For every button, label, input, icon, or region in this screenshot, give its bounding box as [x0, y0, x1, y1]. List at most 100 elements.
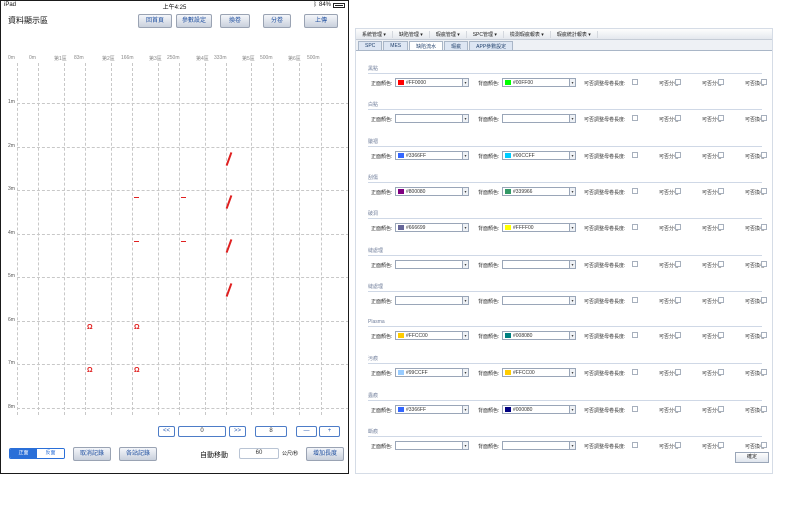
- speed-input[interactable]: 60: [239, 448, 279, 459]
- menu-flaw[interactable]: 瑕疵管理 ▾: [430, 30, 467, 38]
- can-split-checkbox[interactable]: [675, 332, 681, 339]
- back-color-select[interactable]: ▾: [502, 295, 576, 305]
- zoom-out-button[interactable]: —: [296, 426, 317, 437]
- adjust-length-checkbox[interactable]: [632, 405, 638, 412]
- can-divide-checkbox[interactable]: [718, 187, 724, 194]
- front-color-select[interactable]: ▾: [395, 441, 469, 450]
- chevron-down-icon[interactable]: ▾: [462, 79, 468, 86]
- back-color-select[interactable]: #00CCFF ▾: [502, 150, 576, 160]
- chevron-down-icon[interactable]: ▾: [569, 187, 575, 195]
- back-color-select[interactable]: ▾: [502, 441, 576, 450]
- defect-mark-scratch[interactable]: [134, 241, 139, 242]
- front-color-select[interactable]: #99CCFF ▾: [395, 368, 469, 378]
- can-divide-checkbox[interactable]: [718, 151, 724, 158]
- can-change-checkbox[interactable]: [761, 405, 767, 412]
- back-color-select[interactable]: ▾: [502, 114, 576, 124]
- cancel-record-button[interactable]: 取消記錄: [73, 447, 111, 461]
- defect-mark-hole[interactable]: Ω: [134, 367, 140, 374]
- chevron-down-icon[interactable]: ▾: [569, 442, 575, 449]
- can-split-checkbox[interactable]: [675, 151, 681, 158]
- add-length-button[interactable]: 增加長度: [306, 447, 344, 461]
- can-change-checkbox[interactable]: [761, 151, 767, 158]
- prev-page-button[interactable]: <<: [158, 426, 175, 437]
- zoom-in-button[interactable]: +: [319, 426, 340, 437]
- menu-statistics-report[interactable]: 瑕疵統計報表 ▾: [551, 30, 598, 38]
- front-color-select[interactable]: ▾: [395, 259, 469, 269]
- back-color-select[interactable]: #FFCC00 ▾: [502, 368, 576, 378]
- front-color-select[interactable]: #3366FF ▾: [395, 404, 469, 414]
- can-split-checkbox[interactable]: [675, 296, 681, 303]
- adjust-length-checkbox[interactable]: [632, 296, 638, 303]
- back-color-select[interactable]: #339966 ▾: [502, 186, 576, 196]
- menu-defect[interactable]: 缺陷管理 ▾: [393, 30, 430, 38]
- next-page-button[interactable]: >>: [229, 426, 246, 437]
- can-split-checkbox[interactable]: [675, 442, 681, 448]
- face-selector[interactable]: 正面 反面: [9, 448, 65, 459]
- front-color-select[interactable]: ▾: [395, 114, 469, 124]
- back-color-select[interactable]: ▾: [502, 259, 576, 269]
- front-color-select[interactable]: #3366FF ▾: [395, 150, 469, 160]
- can-change-checkbox[interactable]: [761, 369, 767, 376]
- chevron-down-icon[interactable]: ▾: [462, 187, 468, 195]
- back-color-select[interactable]: #000080 ▾: [502, 404, 576, 414]
- back-color-select[interactable]: #00FF00 ▾: [502, 78, 576, 87]
- adjust-length-checkbox[interactable]: [632, 224, 638, 231]
- chevron-down-icon[interactable]: ▾: [569, 224, 575, 232]
- adjust-length-checkbox[interactable]: [632, 260, 638, 267]
- back-color-select[interactable]: #FFFF00 ▾: [502, 223, 576, 233]
- can-split-checkbox[interactable]: [675, 369, 681, 376]
- home-button[interactable]: 回首頁: [138, 14, 172, 28]
- chevron-down-icon[interactable]: ▾: [569, 405, 575, 413]
- can-split-checkbox[interactable]: [675, 79, 681, 85]
- station-record-button[interactable]: 各站記錄: [119, 447, 157, 461]
- can-divide-checkbox[interactable]: [718, 260, 724, 267]
- can-split-checkbox[interactable]: [675, 405, 681, 412]
- can-split-checkbox[interactable]: [675, 187, 681, 194]
- front-color-select[interactable]: #FFCC00 ▾: [395, 331, 469, 341]
- can-divide-checkbox[interactable]: [718, 332, 724, 339]
- can-split-checkbox[interactable]: [675, 115, 681, 122]
- defect-mark-hole[interactable]: Ω: [134, 324, 140, 331]
- tab-spc[interactable]: SPC: [358, 41, 383, 50]
- front-color-select[interactable]: #666699 ▾: [395, 223, 469, 233]
- can-change-checkbox[interactable]: [761, 296, 767, 303]
- can-change-checkbox[interactable]: [761, 332, 767, 339]
- can-divide-checkbox[interactable]: [718, 405, 724, 412]
- menu-spc[interactable]: SPC管理 ▾: [467, 30, 504, 38]
- can-change-checkbox[interactable]: [761, 79, 767, 85]
- can-change-checkbox[interactable]: [761, 260, 767, 267]
- can-change-checkbox[interactable]: [761, 224, 767, 231]
- face-back-option[interactable]: 反面: [37, 449, 64, 458]
- chevron-down-icon[interactable]: ▾: [569, 260, 575, 268]
- chevron-down-icon[interactable]: ▾: [462, 224, 468, 232]
- chevron-down-icon[interactable]: ▾: [569, 332, 575, 340]
- can-divide-checkbox[interactable]: [718, 224, 724, 231]
- chevron-down-icon[interactable]: ▾: [462, 442, 468, 449]
- adjust-length-checkbox[interactable]: [632, 187, 638, 194]
- chevron-down-icon[interactable]: ▾: [569, 296, 575, 304]
- back-color-select[interactable]: #008080 ▾: [502, 331, 576, 341]
- tab-mes[interactable]: MES: [383, 41, 409, 50]
- chevron-down-icon[interactable]: ▾: [462, 260, 468, 268]
- adjust-length-checkbox[interactable]: [632, 442, 638, 448]
- front-color-select[interactable]: #FF0000 ▾: [395, 78, 469, 87]
- front-color-select[interactable]: #800080 ▾: [395, 186, 469, 196]
- upload-button[interactable]: 上傳: [304, 14, 338, 28]
- chevron-down-icon[interactable]: ▾: [462, 332, 468, 340]
- confirm-button[interactable]: 確定: [735, 452, 769, 463]
- can-divide-checkbox[interactable]: [718, 115, 724, 122]
- chevron-down-icon[interactable]: ▾: [569, 151, 575, 159]
- defect-mark-scratch[interactable]: [134, 197, 139, 198]
- adjust-length-checkbox[interactable]: [632, 151, 638, 158]
- chevron-down-icon[interactable]: ▾: [462, 369, 468, 377]
- tab-defect-flow[interactable]: 缺陷流水: [409, 41, 444, 50]
- adjust-length-checkbox[interactable]: [632, 115, 638, 122]
- can-split-checkbox[interactable]: [675, 260, 681, 267]
- can-divide-checkbox[interactable]: [718, 369, 724, 376]
- face-front-option[interactable]: 正面: [10, 449, 37, 458]
- defect-mark-scratch[interactable]: [181, 197, 186, 198]
- page-input[interactable]: 0: [178, 426, 226, 437]
- can-divide-checkbox[interactable]: [718, 296, 724, 303]
- chevron-down-icon[interactable]: ▾: [462, 151, 468, 159]
- chevron-down-icon[interactable]: ▾: [569, 369, 575, 377]
